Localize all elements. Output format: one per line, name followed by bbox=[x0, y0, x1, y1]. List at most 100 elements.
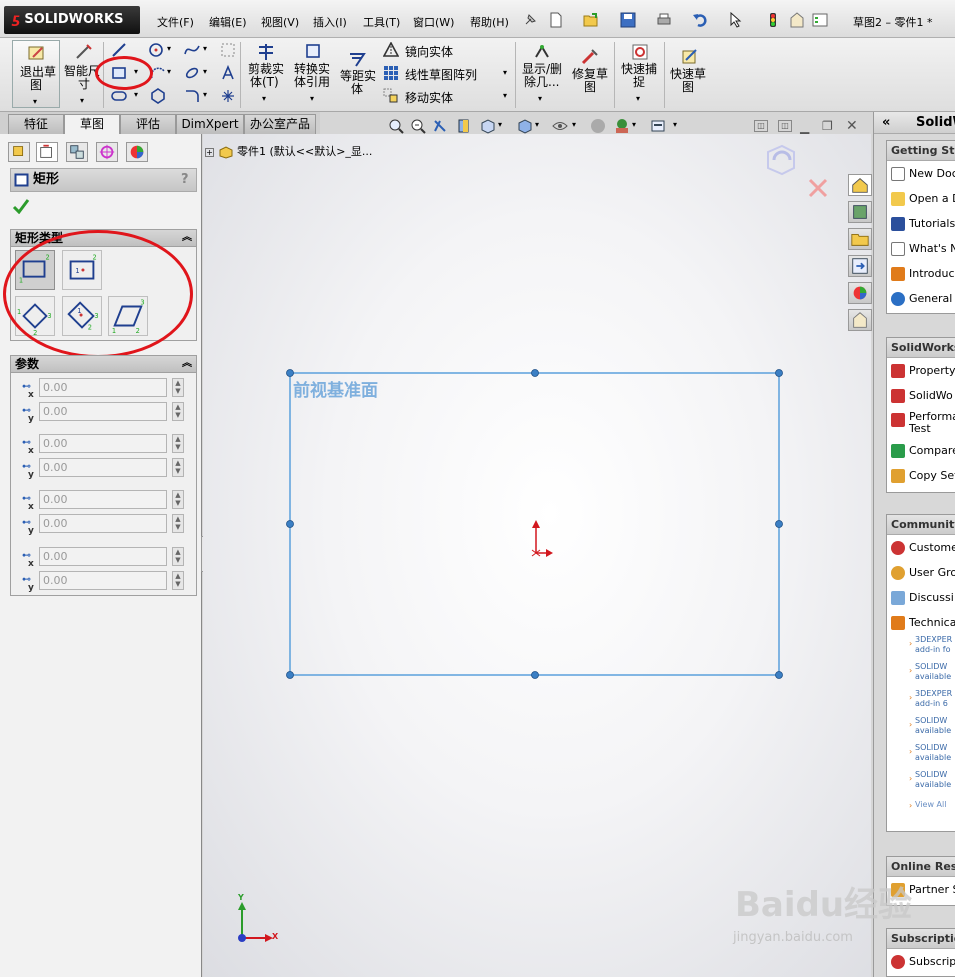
apply-scene-icon[interactable] bbox=[614, 118, 630, 134]
design-library-tab-icon[interactable] bbox=[848, 201, 872, 223]
move-entities-button[interactable]: 移动实体 bbox=[405, 89, 453, 106]
ok-checkmark-icon[interactable] bbox=[12, 198, 30, 214]
dropdown-arrow-icon[interactable]: ▾ bbox=[572, 120, 576, 129]
parameters-group-header[interactable]: 参数 ︽ bbox=[10, 355, 197, 373]
view-orientation-icon[interactable] bbox=[480, 118, 496, 134]
previous-view-icon[interactable] bbox=[432, 118, 448, 134]
ellipse-icon[interactable] bbox=[184, 65, 200, 81]
solidworks-rx-link[interactable]: SolidWo bbox=[887, 383, 955, 408]
feature-tree-flyout[interactable]: + 零件1 (默认<<默认>_显... bbox=[205, 143, 372, 159]
discussion-forum-link[interactable]: Discussi bbox=[887, 585, 955, 610]
news-item[interactable]: › 3DEXPER add-in 6 bbox=[887, 689, 955, 716]
whats-new-link[interactable]: What's N bbox=[887, 236, 955, 261]
rapid-sketch-button[interactable]: 快速草 图 bbox=[668, 42, 712, 106]
mirror-entities-icon[interactable] bbox=[383, 42, 399, 58]
move-entities-icon[interactable] bbox=[383, 88, 399, 104]
subscription-services-link[interactable]: Subscrip bbox=[887, 949, 955, 974]
tab-evaluate[interactable]: 评估 bbox=[120, 114, 176, 134]
offset-entities-button[interactable]: 等距实 体 bbox=[338, 42, 378, 106]
confirmation-corner-sketch-icon[interactable] bbox=[762, 142, 800, 180]
menu-view[interactable]: 视图(V) bbox=[261, 14, 299, 30]
spline-dropdown-icon[interactable]: ▾ bbox=[203, 44, 207, 53]
point-2-x-input[interactable]: 0.00 bbox=[39, 434, 167, 453]
save-icon[interactable] bbox=[620, 12, 636, 28]
fillet-dropdown-icon[interactable]: ▾ bbox=[203, 90, 207, 99]
point-4-x-input[interactable]: 0.00 bbox=[39, 547, 167, 566]
point-3-y-input[interactable]: 0.00 bbox=[39, 514, 167, 533]
menu-file[interactable]: 文件(F) bbox=[157, 14, 194, 30]
linear-pattern-button[interactable]: 线性草图阵列 bbox=[405, 66, 477, 83]
spin-button[interactable]: ▲ ▼ bbox=[172, 458, 184, 477]
feature-manager-tab-icon[interactable] bbox=[8, 142, 30, 162]
appearances-tab-icon[interactable] bbox=[848, 282, 872, 304]
view-all-link[interactable]: › View All bbox=[887, 797, 955, 813]
minimize-icon[interactable]: ▁ bbox=[800, 120, 809, 134]
zoom-to-area-icon[interactable] bbox=[410, 118, 426, 134]
file-properties-icon[interactable] bbox=[789, 12, 805, 28]
dropdown-arrow-icon[interactable]: ▾ bbox=[33, 97, 37, 106]
polygon-icon[interactable] bbox=[150, 88, 166, 104]
construction-geometry-icon[interactable] bbox=[220, 42, 236, 58]
solidworks-logo[interactable]: ƽ SOLIDWORKS bbox=[4, 6, 140, 34]
move-dropdown-icon[interactable]: ▾ bbox=[503, 91, 507, 100]
point-3-x-input[interactable]: 0.00 bbox=[39, 490, 167, 509]
linear-pattern-dropdown-icon[interactable]: ▾ bbox=[503, 68, 507, 77]
confirmation-corner-cancel-icon[interactable] bbox=[806, 176, 830, 200]
trim-entities-button[interactable]: 剪裁实 体(T) ▾ bbox=[246, 42, 286, 106]
performance-test-link[interactable]: Performa Test bbox=[887, 408, 955, 438]
dropdown-arrow-icon[interactable]: ▾ bbox=[636, 94, 640, 103]
spin-button[interactable]: ▲ ▼ bbox=[172, 434, 184, 453]
technical-alerts-link[interactable]: Technica bbox=[887, 610, 955, 635]
zoom-to-fit-icon[interactable] bbox=[388, 118, 404, 134]
linear-pattern-icon[interactable] bbox=[383, 65, 399, 81]
rebuild-icon[interactable] bbox=[765, 12, 781, 28]
dropdown-arrow-icon[interactable]: ▾ bbox=[535, 120, 539, 129]
spin-button[interactable]: ▲ ▼ bbox=[172, 571, 184, 590]
spin-button[interactable]: ▲ ▼ bbox=[172, 514, 184, 533]
menu-window[interactable]: 窗口(W) bbox=[413, 14, 454, 30]
tab-sketch[interactable]: 草图 bbox=[64, 114, 120, 134]
spin-button[interactable]: ▲ ▼ bbox=[172, 378, 184, 397]
slot-dropdown-icon[interactable]: ▾ bbox=[134, 90, 138, 99]
general-info-link[interactable]: General I bbox=[887, 286, 955, 311]
spin-button[interactable]: ▲ ▼ bbox=[172, 547, 184, 566]
point-4-y-input[interactable]: 0.00 bbox=[39, 571, 167, 590]
menu-edit[interactable]: 编辑(E) bbox=[209, 14, 247, 30]
news-item[interactable]: › SOLIDW available bbox=[887, 716, 955, 743]
section-view-icon[interactable] bbox=[456, 118, 472, 134]
dropdown-arrow-icon[interactable]: ▾ bbox=[498, 120, 502, 129]
collapse-icon[interactable]: ︽ bbox=[182, 356, 192, 372]
display-delete-relations-button[interactable]: 显示/删 除几... ▾ bbox=[520, 42, 564, 106]
tile-left-icon[interactable]: ◫ bbox=[754, 120, 768, 132]
view-settings-icon[interactable] bbox=[650, 118, 666, 134]
dropdown-arrow-icon[interactable]: ▾ bbox=[310, 94, 314, 103]
dropdown-arrow-icon[interactable]: ▾ bbox=[262, 94, 266, 103]
introducing-link[interactable]: Introduc bbox=[887, 261, 955, 286]
open-document-link[interactable]: Open a D bbox=[887, 186, 955, 211]
expand-icon[interactable]: + bbox=[205, 147, 214, 157]
new-document-icon[interactable] bbox=[548, 12, 564, 28]
news-item[interactable]: › SOLIDW available bbox=[887, 743, 955, 770]
news-item[interactable]: › SOLIDW available bbox=[887, 770, 955, 797]
ellipse-dropdown-icon[interactable]: ▾ bbox=[203, 67, 207, 76]
dropdown-arrow-icon[interactable]: ▾ bbox=[80, 96, 84, 105]
display-manager-tab-icon[interactable] bbox=[126, 142, 148, 162]
fillet-icon[interactable] bbox=[184, 88, 200, 104]
print-icon[interactable] bbox=[656, 12, 672, 28]
quick-snaps-button[interactable]: 快速捕 捉 ▾ bbox=[618, 42, 662, 106]
edit-appearance-icon[interactable] bbox=[590, 118, 606, 134]
tab-features[interactable]: 特征 bbox=[8, 114, 64, 134]
dropdown-arrow-icon[interactable]: ▾ bbox=[538, 94, 542, 103]
select-pointer-icon[interactable] bbox=[728, 12, 744, 28]
pin-icon[interactable] bbox=[522, 12, 538, 28]
dimxpert-manager-tab-icon[interactable] bbox=[96, 142, 118, 162]
copy-settings-link[interactable]: Copy Set bbox=[887, 463, 955, 488]
convert-entities-button[interactable]: 转换实 体引用 ▾ bbox=[292, 42, 336, 106]
tab-dimxpert[interactable]: DimXpert bbox=[176, 114, 244, 134]
tutorials-link[interactable]: Tutorials bbox=[887, 211, 955, 236]
point-1-x-input[interactable]: 0.00 bbox=[39, 378, 167, 397]
graphics-area[interactable] bbox=[203, 134, 871, 977]
custom-properties-tab-icon[interactable] bbox=[848, 309, 872, 331]
spin-button[interactable]: ▲ ▼ bbox=[172, 490, 184, 509]
property-tab-builder-link[interactable]: Property bbox=[887, 358, 955, 383]
